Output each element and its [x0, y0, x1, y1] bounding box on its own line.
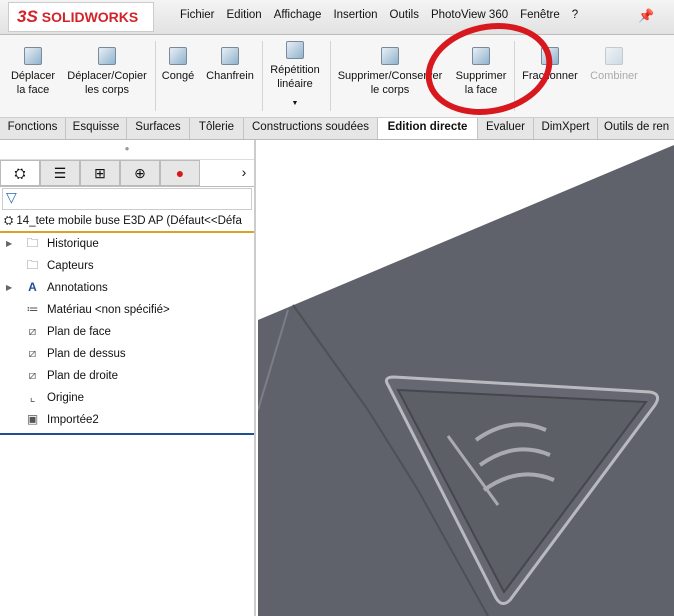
tree-item-origine[interactable]: ⌞ Origine	[0, 387, 254, 409]
filter-icon[interactable]: ▽	[2, 188, 252, 210]
combine-icon	[605, 47, 623, 65]
tree-item-materiau[interactable]: ≔ Matériau <non spécifié>	[0, 299, 254, 321]
origin-icon: ⌞	[29, 390, 36, 404]
fillet-button[interactable]: Congé	[158, 47, 198, 83]
menu-edition[interactable]: Edition	[221, 9, 268, 21]
tree-item-historique[interactable]: ▶ 🗀 Historique	[0, 233, 254, 255]
part-root[interactable]: ⛭ 14_tete mobile buse E3D AP (Défaut<<Dé…	[0, 211, 254, 233]
solidworks-logo[interactable]: 3S SOLIDWORKS	[8, 2, 154, 32]
graphics-viewport[interactable]	[258, 140, 674, 616]
history-folder-icon: 🗀	[26, 236, 39, 250]
split-icon	[541, 47, 559, 65]
chamfer-icon	[221, 47, 239, 65]
menu-insertion[interactable]: Insertion	[327, 9, 383, 21]
rollback-bar[interactable]	[0, 433, 254, 435]
part-icon: ⛭	[4, 215, 17, 227]
title-bar: 3S SOLIDWORKS Fichier Edition Affichage I…	[0, 0, 674, 35]
command-manager: Déplacer la face Déplacer/Copier les corps…	[0, 35, 674, 118]
menu-fenetre[interactable]: Fenêtre	[514, 9, 566, 21]
pin-icon[interactable]: 📌	[638, 8, 654, 24]
tab-edition-directe[interactable]: Edition directe	[378, 118, 478, 139]
delete-face-button[interactable]: Supprimer la face	[450, 47, 512, 97]
tree-item-annotations[interactable]: ▶ A Annotations	[0, 277, 254, 299]
chevron-right-icon[interactable]: ›	[234, 160, 254, 186]
expand-icon[interactable]: ▶	[6, 233, 12, 255]
imported-body-icon: ▣	[26, 412, 39, 426]
menu-affichage[interactable]: Affichage	[268, 9, 328, 21]
delete-body-icon	[381, 47, 399, 65]
delete-face-icon	[472, 47, 490, 65]
tree-item-importee2[interactable]: ▣ Importée2	[0, 409, 254, 431]
display-manager-tab-icon[interactable]: ●	[160, 160, 200, 186]
menu-photoview[interactable]: PhotoView 360	[425, 9, 514, 21]
fillet-icon	[169, 47, 187, 65]
plane-icon: ⧄	[28, 346, 37, 360]
move-copy-body-button[interactable]: Déplacer/Copier les corps	[62, 47, 152, 97]
tab-dimxpert[interactable]: DimXpert	[534, 118, 598, 139]
annotations-folder-icon: A	[28, 280, 37, 294]
linear-pattern-icon	[286, 41, 304, 59]
dropdown-arrow-icon[interactable]: ▼	[264, 97, 326, 111]
tab-constructions-soudees[interactable]: Constructions soudées	[244, 118, 378, 139]
dimxpert-manager-tab-icon[interactable]: ⊕	[120, 160, 160, 186]
menu-bar: Fichier Edition Affichage Insertion Outi…	[174, 9, 584, 21]
linear-pattern-button[interactable]: Répétition linéaire ▼	[264, 41, 326, 111]
chamfer-button[interactable]: Chanfrein	[202, 47, 258, 83]
3d-model	[258, 145, 674, 616]
tab-outils-rendu[interactable]: Outils de ren	[598, 118, 674, 139]
panel-grip[interactable]: ●	[0, 140, 254, 160]
menu-outils[interactable]: Outils	[384, 9, 425, 21]
tree-item-plan-de-dessus[interactable]: ⧄ Plan de dessus	[0, 343, 254, 365]
plane-icon: ⧄	[28, 368, 37, 382]
tab-surfaces[interactable]: Surfaces	[127, 118, 190, 139]
move-copy-body-icon	[98, 47, 116, 65]
feature-manager-tab-icon[interactable]: ⛭	[0, 160, 40, 186]
move-face-button[interactable]: Déplacer la face	[6, 47, 60, 97]
sensor-folder-icon: 🗀	[26, 258, 39, 272]
tree-item-plan-de-droite[interactable]: ⧄ Plan de droite	[0, 365, 254, 387]
menu-fichier[interactable]: Fichier	[174, 9, 221, 21]
property-manager-tab-icon[interactable]: ☰	[40, 160, 80, 186]
move-face-icon	[24, 47, 42, 65]
tab-fonctions[interactable]: Fonctions	[0, 118, 66, 139]
tab-evaluer[interactable]: Evaluer	[478, 118, 534, 139]
tree-item-capteurs[interactable]: 🗀 Capteurs	[0, 255, 254, 277]
tab-esquisse[interactable]: Esquisse	[66, 118, 127, 139]
combine-button: Combiner	[586, 47, 642, 83]
tree-item-plan-de-face[interactable]: ⧄ Plan de face	[0, 321, 254, 343]
configuration-manager-tab-icon[interactable]: ⊞	[80, 160, 120, 186]
plane-icon: ⧄	[28, 324, 37, 338]
feature-manager-panel: ● ⛭ ☰ ⊞ ⊕ ● › ▽ ⛭ 14_tete mobile buse E3…	[0, 140, 256, 616]
menu-help[interactable]: ?	[566, 9, 584, 21]
material-icon: ≔	[26, 302, 39, 316]
command-tabs: Fonctions Esquisse Surfaces Tôlerie Cons…	[0, 118, 674, 140]
expand-icon[interactable]: ▶	[6, 277, 12, 299]
delete-keep-body-button[interactable]: Supprimer/Conserver le corps	[334, 47, 446, 97]
split-button[interactable]: Fractionner	[518, 47, 582, 83]
tab-tolerie[interactable]: Tôlerie	[190, 118, 244, 139]
